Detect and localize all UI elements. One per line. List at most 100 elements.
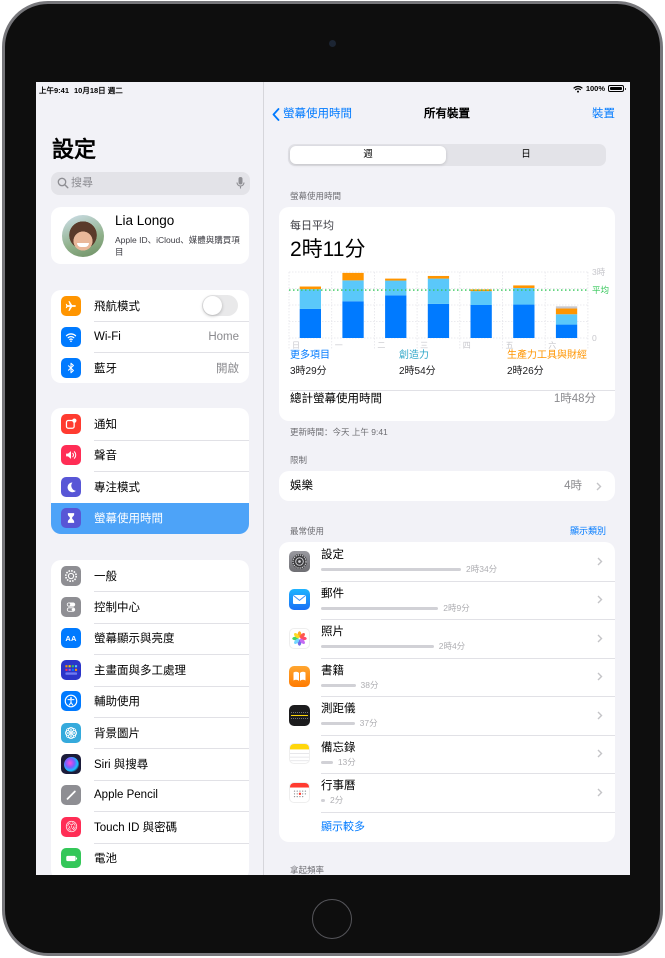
limit-value: 4時: [564, 480, 582, 492]
sidebar-item-home-screen[interactable]: 主畫面與多工處理: [51, 654, 249, 685]
app-row-calendar[interactable]: 行事曆 2分: [279, 773, 615, 812]
day-label: 五: [506, 341, 514, 350]
show-more-row[interactable]: 顯示較多: [279, 811, 615, 843]
notifications-group: 通知 聲音 專注模式 螢幕使用時間: [51, 408, 249, 534]
chevron-right-icon: [597, 788, 603, 797]
sidebar-item-battery[interactable]: 電池: [51, 842, 249, 874]
day-label: 一: [335, 341, 343, 350]
sidebar-item-display-brightness[interactable]: AA 螢幕顯示與亮度: [51, 622, 249, 654]
moon-icon: [61, 476, 81, 497]
app-row-notes[interactable]: 備忘錄 13分: [279, 734, 615, 774]
search-placeholder: 搜尋: [71, 177, 93, 189]
usage-bar: [321, 606, 439, 610]
wifi-icon: [61, 326, 81, 347]
general-group: 一般 控制中心 AA 螢幕顯示與亮度 主畫面與多工處理 輔助使用 背景圖片 Si…: [51, 560, 249, 875]
sidebar-item-notifications[interactable]: 通知: [51, 408, 249, 440]
notes-app-icon: [289, 743, 310, 764]
avatar: [62, 215, 104, 257]
sidebar-item-label: 控制中心: [94, 602, 140, 615]
limit-row-entertainment[interactable]: 娛樂 4時: [279, 471, 615, 501]
battery-percent: 100%: [585, 84, 605, 93]
limit-label: 娛樂: [290, 480, 313, 492]
show-more-link[interactable]: 顯示較多: [321, 821, 365, 834]
sidebar-title: 設定: [52, 137, 97, 162]
sidebar-item-siri-search[interactable]: Siri 與搜尋: [51, 748, 249, 779]
screen-time-card[interactable]: 每日平均 2時11分 日一二三四五六 3時 平均 0 更多項目 3時29分 創造力 2…: [279, 207, 615, 421]
bar-segment: [299, 289, 321, 309]
day-label: 二: [377, 341, 385, 350]
status-right: 100%: [573, 84, 626, 93]
show-categories-link[interactable]: 顯示類別: [570, 526, 606, 536]
chevron-right-icon: [597, 557, 603, 566]
app-name: 設定: [321, 549, 344, 561]
measure-app-icon: [289, 704, 310, 726]
sidebar-item-general[interactable]: 一般: [51, 560, 249, 591]
profile-subtitle: Apple ID、iCloud、媒體與購買項目: [115, 235, 240, 257]
sidebar-item-label: 螢幕使用時間: [94, 513, 163, 526]
sidebar-item-label: Siri 與搜尋: [94, 759, 149, 772]
sidebar-item-wifi[interactable]: Wi-Fi Home: [51, 321, 249, 352]
sidebar-item-screen-time[interactable]: 螢幕使用時間: [51, 502, 249, 534]
app-name: 書籍: [321, 664, 344, 677]
calendar-app-icon: [289, 781, 310, 803]
sidebar-item-touch-id[interactable]: Touch ID 與密碼: [51, 811, 249, 842]
sidebar-item-label: 螢幕顯示與亮度: [94, 633, 175, 646]
devices-button[interactable]: 裝置: [592, 107, 615, 121]
siri-icon: [61, 754, 81, 775]
usage-bar-row: 2時34分: [321, 565, 497, 574]
pencil-icon: [61, 785, 81, 806]
sidebar-item-label: 飛航模式: [94, 300, 140, 313]
app-row-photos[interactable]: 照片 2時4分: [279, 619, 615, 658]
usage-bar-row: 2分: [321, 796, 343, 805]
sidebar-item-focus[interactable]: 專注模式: [51, 471, 249, 503]
app-row-measure[interactable]: 測距儀 37分: [279, 696, 615, 735]
bar-segment: [299, 308, 321, 338]
segment-day[interactable]: 日: [448, 146, 604, 164]
sidebar-item-bluetooth[interactable]: 藍牙 開啟: [51, 352, 249, 383]
usage-time: 2時4分: [438, 641, 466, 651]
app-row-mail[interactable]: 郵件 2時9分: [279, 580, 615, 620]
sidebar-item-sounds[interactable]: 聲音: [51, 439, 249, 472]
wifi-status-icon: [573, 85, 583, 93]
legend-label: 更多項目: [290, 350, 330, 361]
total-screen-time-value: 1時48分: [553, 393, 596, 405]
sidebar-item-label: 通知: [94, 418, 117, 431]
usage-bar: [321, 799, 325, 802]
screen: 上午9:41 10月18日 週二 100% 設定 搜尋 Lia Longo Ap…: [36, 82, 630, 875]
bar-segment: [385, 280, 407, 296]
most-used-card: 設定 2時34分 郵件 2時9分 照片 2時4分 書籍 38分 測距儀 37分 …: [279, 542, 615, 842]
settings-sidebar: 設定 搜尋 Lia Longo Apple ID、iCloud、媒體與購買項目 …: [36, 82, 264, 875]
chevron-right-icon: [596, 482, 602, 490]
page-title: 所有裝置: [424, 108, 470, 120]
app-name: 照片: [321, 626, 344, 638]
screen-time-section-header: 螢幕使用時間: [290, 191, 342, 201]
sidebar-item-apple-pencil[interactable]: Apple Pencil: [51, 779, 249, 811]
microphone-icon[interactable]: [236, 176, 245, 190]
sidebar-item-airplane-mode[interactable]: 飛航模式: [51, 290, 249, 321]
bar-segment: [513, 304, 535, 338]
chevron-right-icon: [597, 711, 603, 720]
mail-app-icon: [289, 589, 310, 610]
app-row-settings[interactable]: 設定 2時34分: [279, 542, 615, 581]
sidebar-item-accessibility[interactable]: 輔助使用: [51, 685, 249, 717]
bar-segment: [385, 295, 407, 338]
usage-time: 2時34分: [466, 564, 498, 574]
airplane-mode-toggle[interactable]: [202, 295, 238, 316]
app-name: 行事曆: [321, 780, 356, 792]
sidebar-item-wallpaper[interactable]: 背景圖片: [51, 716, 249, 748]
screen-time-detail: 螢幕使用時間 所有裝置 裝置 週 日 螢幕使用時間 每日平均 2時11分 日一二…: [264, 82, 630, 875]
app-row-books[interactable]: 書籍 38分: [279, 657, 615, 697]
bar-segment: [470, 291, 492, 305]
bar-segment: [427, 278, 450, 304]
app-name: 測距儀: [321, 703, 356, 715]
sidebar-item-control-center[interactable]: 控制中心: [51, 591, 249, 622]
usage-time: 2時9分: [443, 602, 470, 613]
segment-week[interactable]: 週: [290, 146, 446, 164]
status-bar: 上午9:41 10月18日 週二 100%: [36, 82, 630, 97]
search-field[interactable]: 搜尋: [51, 172, 250, 195]
profile-card[interactable]: Lia Longo Apple ID、iCloud、媒體與購買項目: [51, 207, 249, 264]
home-button[interactable]: [312, 899, 352, 939]
photos-app-icon: [289, 627, 310, 649]
gear-icon: [61, 565, 81, 586]
legend-label: 創造力: [399, 350, 429, 361]
